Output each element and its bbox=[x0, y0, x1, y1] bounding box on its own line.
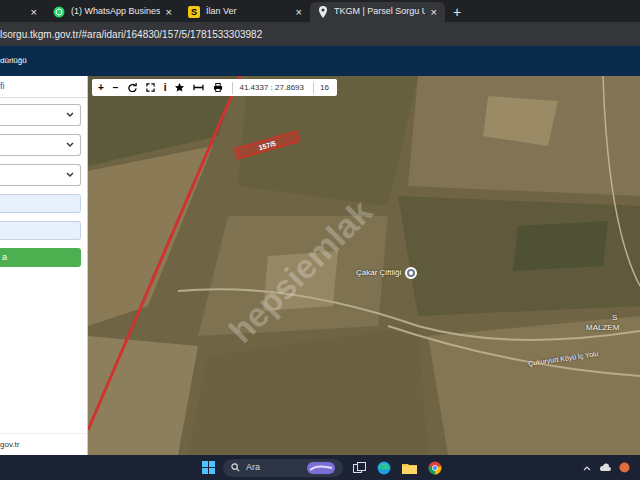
village-label: MALZEM bbox=[586, 322, 619, 334]
cloud-icon[interactable] bbox=[599, 463, 611, 472]
url-text: lsorgu.tkgm.gov.tr/#ara/idari/164830/157… bbox=[0, 27, 262, 42]
taskbar-search[interactable]: Ara bbox=[223, 459, 343, 477]
search-icon bbox=[231, 463, 240, 472]
expand-icon[interactable] bbox=[146, 83, 155, 92]
taskbar: Ara bbox=[0, 455, 640, 480]
chevron-up-icon[interactable] bbox=[583, 465, 591, 471]
print-icon[interactable] bbox=[213, 83, 223, 92]
chevron-down-icon bbox=[66, 112, 74, 118]
site-title: dürlüğü bbox=[0, 55, 27, 67]
chevron-down-icon bbox=[66, 142, 74, 148]
windows-start-icon[interactable] bbox=[202, 461, 215, 474]
whatsapp-icon bbox=[53, 6, 65, 18]
info-button[interactable]: i bbox=[164, 80, 167, 95]
zoom-level: 16 bbox=[313, 82, 331, 94]
location-pin-icon bbox=[318, 6, 328, 18]
select-field[interactable] bbox=[0, 164, 81, 186]
map[interactable]: hepsiemlak+−i41.4337 : 27.869316157/5Çak… bbox=[88, 76, 640, 455]
map-toolbar: +− i 41.4337 : 27.8693 16 bbox=[92, 79, 337, 96]
system-tray bbox=[583, 462, 640, 473]
sidebar-link[interactable]: fi bbox=[0, 76, 87, 98]
tab-title: TKGM | Parsel Sorgu Uygulamas bbox=[334, 5, 425, 19]
tab-close-button[interactable]: × bbox=[31, 7, 37, 18]
satellite-imagery bbox=[88, 76, 640, 455]
file-explorer-icon[interactable] bbox=[402, 462, 417, 474]
browser-tab[interactable]: TKGM | Parsel Sorgu Uygulamas × bbox=[310, 2, 445, 22]
site-header: dürlüğü bbox=[0, 46, 640, 76]
place-label: Çakar Çiftliği bbox=[356, 267, 401, 279]
coordinates: 41.4337 : 27.8693 bbox=[232, 82, 304, 94]
edge-icon[interactable] bbox=[377, 461, 391, 475]
chrome-icon[interactable] bbox=[428, 461, 442, 475]
tab-title: İlan Ver bbox=[206, 5, 290, 19]
select-field[interactable] bbox=[0, 104, 81, 126]
measure-icon[interactable] bbox=[193, 83, 204, 92]
main: fiagov.trhepsiemlak+−i41.4337 : 27.86931… bbox=[0, 76, 640, 455]
place-pin-icon bbox=[405, 267, 417, 279]
tab-close-button[interactable]: × bbox=[166, 7, 172, 18]
sidebar-form: a bbox=[0, 104, 87, 267]
tab-close-button[interactable]: × bbox=[431, 7, 437, 18]
new-tab-button[interactable]: + bbox=[453, 5, 461, 19]
address-bar[interactable]: lsorgu.tkgm.gov.tr/#ara/idari/164830/157… bbox=[0, 22, 640, 46]
refresh-icon[interactable] bbox=[128, 83, 137, 92]
text-input[interactable] bbox=[0, 194, 81, 213]
screen: ×(1) WhatsApp Business×Sİlan Ver×TKGM | … bbox=[0, 0, 640, 480]
chevron-down-icon bbox=[66, 172, 74, 178]
village-label: S bbox=[612, 312, 617, 324]
browser-tab[interactable]: S İlan Ver × bbox=[180, 2, 310, 22]
sidebar-footer[interactable]: gov.tr bbox=[0, 433, 87, 455]
search-highlight-icon bbox=[307, 462, 335, 474]
parcel-label: 157/5 bbox=[258, 139, 277, 151]
task-view-icon[interactable] bbox=[353, 462, 366, 474]
tab-title: (1) WhatsApp Business bbox=[71, 5, 160, 19]
star-icon[interactable] bbox=[175, 83, 184, 92]
app-tray-icon[interactable] bbox=[619, 462, 630, 473]
zoom-out-button[interactable]: − bbox=[113, 80, 119, 95]
sidebar: fi a gov.tr bbox=[0, 76, 88, 455]
text-input[interactable] bbox=[0, 221, 81, 240]
zoom-in-button[interactable]: + bbox=[98, 80, 104, 95]
select-field[interactable] bbox=[0, 134, 81, 156]
browser-tab[interactable]: (1) WhatsApp Business × bbox=[45, 2, 180, 22]
place-marker[interactable]: Çakar Çiftliği bbox=[356, 267, 417, 279]
browser-tab[interactable]: × bbox=[0, 2, 45, 22]
query-button[interactable]: a bbox=[0, 248, 81, 267]
site-logo-icon: S bbox=[188, 6, 200, 18]
tab-strip: ×(1) WhatsApp Business×Sİlan Ver×TKGM | … bbox=[0, 0, 640, 22]
tab-close-button[interactable]: × bbox=[296, 7, 302, 18]
